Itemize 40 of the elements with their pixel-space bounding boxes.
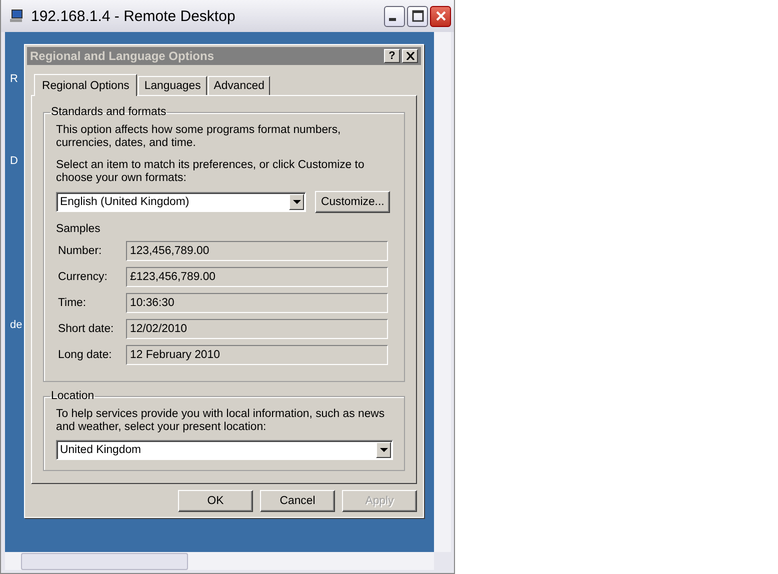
tab[interactable]: Regional Options	[34, 74, 138, 96]
desktop-icon-label: R	[10, 73, 18, 85]
prompt-text: Select an item to match its preferences, or click Customize to choose your own formats:	[56, 159, 366, 185]
tab[interactable]: Advanced	[208, 76, 270, 95]
tab[interactable]: Languages	[138, 76, 207, 95]
customize-button[interactable]: Customize...	[315, 191, 390, 213]
help-button[interactable]: ?	[384, 49, 400, 63]
maximize-button[interactable]	[407, 6, 428, 26]
close-icon	[434, 10, 446, 22]
dialog-title: Regional and Language Options	[30, 49, 216, 63]
sample-label: Currency:	[58, 271, 108, 283]
close-icon	[406, 52, 414, 60]
computer-icon	[9, 9, 25, 23]
horizontal-scrollbar[interactable]	[5, 552, 434, 570]
description-text: This option affects how some programs format numbers, currencies, dates, and time.	[56, 124, 342, 150]
window-title: 192.168.1.4 - Remote Desktop	[31, 8, 236, 24]
sample-value-field: 12 February 2010	[126, 345, 388, 365]
sample-value-field: 123,456,789.00	[126, 241, 388, 261]
group-legend: Location	[50, 390, 96, 402]
maximize-icon	[412, 10, 424, 22]
minimize-button[interactable]	[384, 6, 405, 26]
sample-value-field: £123,456,789.00	[126, 267, 388, 287]
dialog-button[interactable]: OK	[178, 490, 253, 512]
samples-heading: Samples	[56, 223, 102, 235]
format-dropdown[interactable]: English (United Kingdom)	[56, 192, 306, 212]
sample-label: Short date:	[58, 323, 115, 335]
desktop-icon-label: de	[10, 319, 22, 331]
sample-label: Number:	[58, 245, 103, 257]
minimize-icon	[389, 18, 396, 21]
vertical-scrollbar[interactable]	[434, 32, 451, 552]
sample-value-field: 12/02/2010	[126, 319, 388, 339]
sample-label: Long date:	[58, 349, 113, 361]
description-text: To help services provide you with local information, such as news and weather, select your present location:	[56, 408, 386, 434]
sample-label: Time:	[58, 297, 88, 309]
dialog-button[interactable]: Cancel	[260, 490, 335, 512]
sample-value-field: 10:36:30	[126, 293, 388, 313]
location-dropdown[interactable]: United Kingdom	[56, 440, 393, 460]
close-button[interactable]	[430, 6, 451, 26]
desktop-icon-label: D	[10, 155, 18, 167]
group-legend: Standards and formats	[50, 106, 168, 118]
